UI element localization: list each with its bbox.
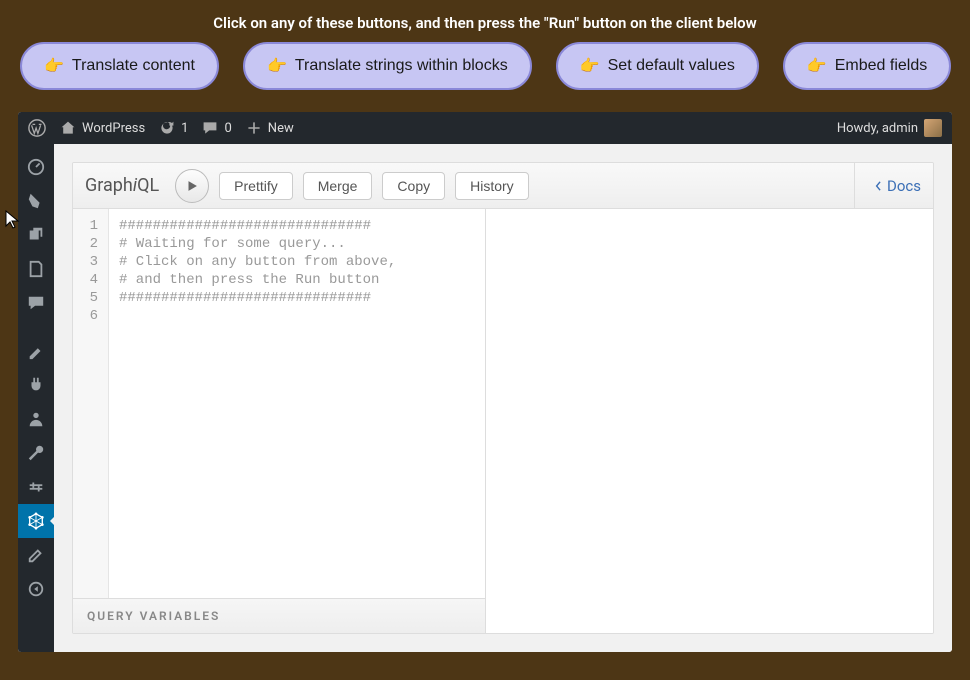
point-right-icon: 👉 bbox=[807, 56, 827, 76]
site-name-link[interactable]: WordPress bbox=[60, 120, 145, 136]
sidebar-posts[interactable] bbox=[18, 184, 54, 218]
graphiql-container: GraphiQL Prettify Merge Copy History Doc… bbox=[72, 162, 934, 634]
pill-translate-content[interactable]: 👉 Translate content bbox=[20, 42, 219, 90]
wordpress-icon bbox=[28, 119, 46, 137]
greeting-label: Howdy, admin bbox=[837, 121, 918, 136]
pill-label: Translate strings within blocks bbox=[295, 57, 508, 75]
pill-embed-fields[interactable]: 👉 Embed fields bbox=[783, 42, 951, 90]
pill-set-default-values[interactable]: 👉 Set default values bbox=[556, 42, 759, 90]
sidebar-settings[interactable] bbox=[18, 470, 54, 504]
comments-link[interactable]: 0 bbox=[202, 120, 231, 136]
wp-adminbar: WordPress 1 0 New Howdy, admin bbox=[18, 112, 952, 144]
wp-sidebar bbox=[18, 144, 54, 652]
comments-count: 0 bbox=[224, 121, 231, 136]
point-right-icon: 👉 bbox=[267, 56, 287, 76]
pill-label: Translate content bbox=[72, 57, 195, 75]
prettify-button[interactable]: Prettify bbox=[219, 172, 293, 200]
refresh-icon bbox=[159, 120, 175, 136]
point-right-icon: 👉 bbox=[44, 56, 64, 76]
wp-logo[interactable] bbox=[28, 119, 46, 137]
graphiql-body: 123456 ############################### W… bbox=[73, 209, 933, 633]
play-icon bbox=[185, 179, 199, 193]
results-pane bbox=[486, 209, 933, 633]
docs-toggle[interactable]: Docs bbox=[854, 163, 921, 208]
point-right-icon: 👉 bbox=[580, 56, 600, 76]
sidebar-media[interactable] bbox=[18, 218, 54, 252]
new-label: New bbox=[268, 121, 294, 136]
comment-icon bbox=[202, 120, 218, 136]
new-link[interactable]: New bbox=[246, 120, 294, 136]
query-editor-pane: 123456 ############################### W… bbox=[73, 209, 486, 633]
sidebar-pages[interactable] bbox=[18, 252, 54, 286]
pill-label: Embed fields bbox=[835, 57, 928, 75]
pill-label: Set default values bbox=[608, 57, 735, 75]
line-gutter: 123456 bbox=[73, 209, 109, 598]
wp-body: GraphiQL Prettify Merge Copy History Doc… bbox=[18, 144, 952, 652]
site-name-label: WordPress bbox=[82, 121, 145, 136]
action-pill-row: 👉 Translate content 👉 Translate strings wi… bbox=[0, 42, 970, 112]
query-variables-bar[interactable]: QUERY VARIABLES bbox=[73, 598, 485, 633]
sidebar-comments[interactable] bbox=[18, 286, 54, 320]
code-lines: ############################### Waiting … bbox=[109, 209, 406, 598]
instruction-text: Click on any of these buttons, and then … bbox=[0, 0, 970, 42]
sidebar-appearance[interactable] bbox=[18, 334, 54, 368]
sidebar-tools[interactable] bbox=[18, 436, 54, 470]
copy-button[interactable]: Copy bbox=[382, 172, 445, 200]
query-editor[interactable]: 123456 ############################### W… bbox=[73, 209, 485, 598]
graphiql-logo: GraphiQL bbox=[85, 175, 159, 196]
sidebar-dashboard[interactable] bbox=[18, 150, 54, 184]
history-button[interactable]: History bbox=[455, 172, 529, 200]
plus-icon bbox=[246, 120, 262, 136]
sidebar-users[interactable] bbox=[18, 402, 54, 436]
sidebar-graphql[interactable] bbox=[18, 504, 54, 538]
sidebar-edit[interactable] bbox=[18, 538, 54, 572]
docs-label: Docs bbox=[887, 177, 921, 195]
merge-button[interactable]: Merge bbox=[303, 172, 373, 200]
home-icon bbox=[60, 120, 76, 136]
graphiql-topbar: GraphiQL Prettify Merge Copy History Doc… bbox=[73, 163, 933, 209]
avatar-icon bbox=[924, 119, 942, 137]
updates-link[interactable]: 1 bbox=[159, 120, 188, 136]
chevron-left-icon bbox=[873, 179, 883, 193]
run-button[interactable] bbox=[175, 169, 209, 203]
wordpress-admin-frame: WordPress 1 0 New Howdy, admin bbox=[18, 112, 952, 652]
sidebar-plugins[interactable] bbox=[18, 368, 54, 402]
pill-translate-strings[interactable]: 👉 Translate strings within blocks bbox=[243, 42, 532, 90]
sidebar-collapse[interactable] bbox=[18, 572, 54, 606]
updates-count: 1 bbox=[181, 121, 188, 136]
account-link[interactable]: Howdy, admin bbox=[837, 119, 942, 137]
